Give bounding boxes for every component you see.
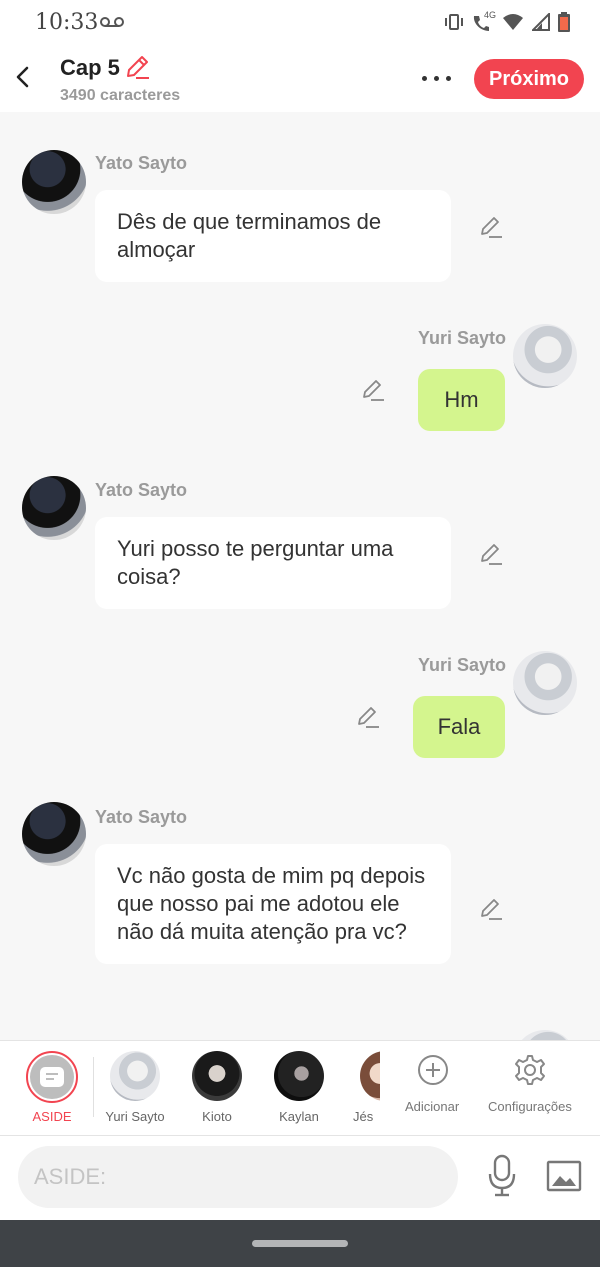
- wifi-icon: [503, 14, 523, 30]
- vibrate-icon: [445, 14, 463, 30]
- status-bar: 10:33 4G: [0, 0, 600, 44]
- avatar[interactable]: [22, 802, 86, 866]
- signal-icon: [532, 13, 550, 31]
- message-bubble[interactable]: Hm: [418, 369, 505, 431]
- character-yuri-sayto[interactable]: Yuri Sayto: [94, 1041, 176, 1135]
- avatar[interactable]: [513, 1030, 577, 1040]
- character-label: Jés: [353, 1109, 374, 1124]
- battery-icon: [558, 12, 570, 32]
- voicemail-icon: [100, 17, 124, 27]
- chapter-title: Cap 5: [60, 55, 120, 80]
- character-label: Yuri Sayto: [105, 1109, 165, 1124]
- message-bubble[interactable]: Fala: [413, 696, 505, 758]
- network-label: 4G: [484, 10, 497, 20]
- avatar[interactable]: [513, 651, 577, 715]
- character-count: 3490 caracteres: [60, 87, 181, 104]
- composer: [0, 1136, 600, 1220]
- next-button[interactable]: Próximo: [474, 59, 584, 99]
- more-options-icon[interactable]: [420, 68, 454, 88]
- message-bubble[interactable]: Yuri posso te perguntar uma coisa?: [95, 517, 451, 609]
- avatar[interactable]: [22, 150, 86, 214]
- back-arrow-icon[interactable]: [12, 64, 34, 90]
- message-bubble[interactable]: Dês de que terminamos de almoçar: [95, 190, 451, 282]
- avatar[interactable]: [513, 324, 577, 388]
- add-label: Adicionar: [405, 1099, 460, 1114]
- edit-message-pencil-icon[interactable]: [361, 378, 385, 402]
- status-time: 10:33: [35, 10, 99, 35]
- edit-message-pencil-icon[interactable]: [479, 542, 503, 566]
- settings-label: Configurações: [488, 1099, 572, 1114]
- add-character-button[interactable]: Adicionar: [396, 1041, 472, 1135]
- avatar: [192, 1051, 242, 1101]
- avatar: [274, 1051, 324, 1101]
- character-jes[interactable]: Jés: [328, 1041, 380, 1135]
- edit-title-pencil-icon[interactable]: [124, 54, 150, 80]
- gear-icon: [515, 1055, 545, 1085]
- message-author: Yuri Sayto: [418, 328, 507, 348]
- edit-message-pencil-icon[interactable]: [356, 705, 380, 729]
- volte-icon: 4G: [472, 10, 497, 32]
- narration-icon: [40, 1067, 64, 1087]
- aside-avatar: [26, 1051, 78, 1103]
- message-author: Yato Sayto: [95, 807, 188, 827]
- image-icon[interactable]: [546, 1158, 582, 1194]
- avatar: [360, 1051, 380, 1101]
- home-gesture-handle[interactable]: [252, 1240, 348, 1247]
- message-input[interactable]: [18, 1146, 458, 1208]
- chapter-header: Cap 5 3490 caracteres Próximo: [0, 44, 600, 112]
- edit-message-pencil-icon[interactable]: [479, 897, 503, 921]
- add-circle-icon: [418, 1055, 448, 1085]
- message-author: Yato Sayto: [95, 153, 188, 173]
- message-bubble[interactable]: Vc não gosta de mim pq depois que nosso …: [95, 844, 451, 964]
- message-author: Yuri Sayto: [418, 655, 507, 675]
- avatar: [110, 1051, 160, 1101]
- message-author: Yato Sayto: [95, 480, 188, 500]
- character-kioto[interactable]: Kioto: [176, 1041, 258, 1135]
- system-nav-bar: [0, 1220, 600, 1267]
- character-aside[interactable]: ASIDE: [0, 1041, 94, 1135]
- microphone-icon[interactable]: [486, 1154, 518, 1198]
- character-label: Kioto: [202, 1109, 232, 1124]
- settings-button[interactable]: Configurações: [484, 1041, 584, 1135]
- edit-message-pencil-icon[interactable]: [479, 215, 503, 239]
- character-label: ASIDE: [32, 1109, 72, 1124]
- avatar[interactable]: [22, 476, 86, 540]
- character-selector: ASIDE Yuri Sayto Kioto Kaylan Jés Adicio…: [0, 1040, 600, 1136]
- chat-area[interactable]: Yato Sayto Dês de que terminamos de almo…: [0, 112, 600, 1040]
